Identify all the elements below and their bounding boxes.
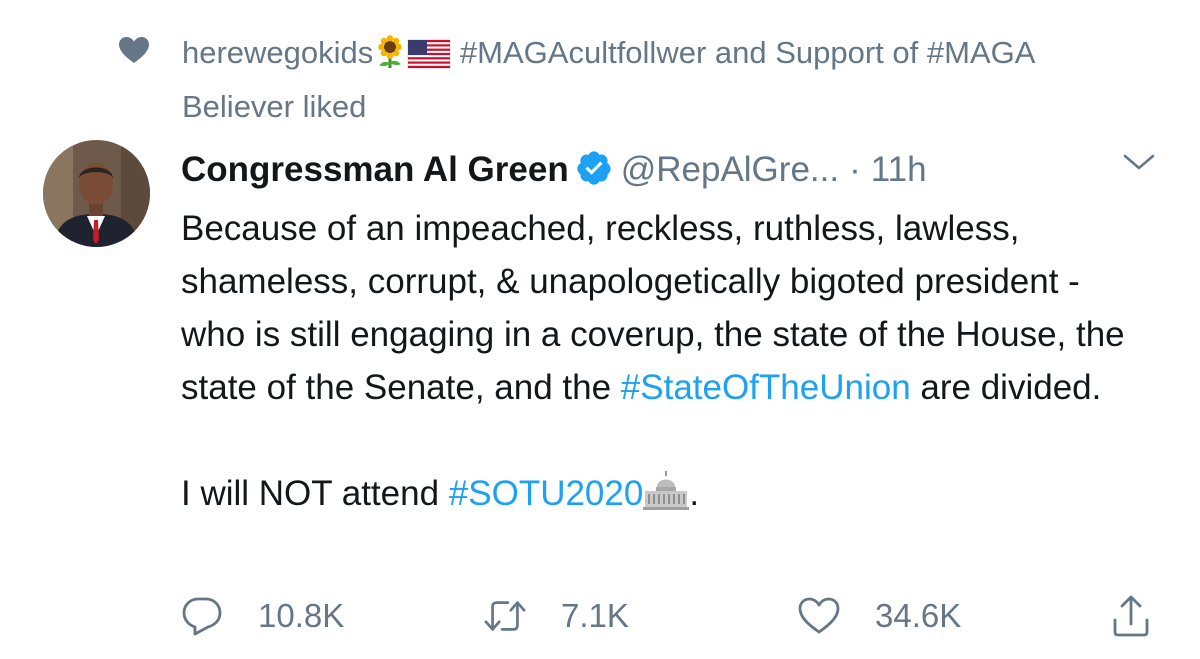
capitol-building-emoji [643,471,690,510]
tweet-body: Because of an impeached, reckless, ruthl… [181,202,1141,520]
reply-button[interactable]: 10.8K [180,588,344,644]
tweet-header: Congressman Al Green @RepAlGre... · 11h [181,146,1081,194]
separator-dot: · [849,150,861,189]
avatar-image [43,140,150,247]
reply-icon [180,594,224,638]
author-handle[interactable]: @RepAlGre... [621,150,839,189]
action-bar: 10.8K 7.1K 34.6K [180,588,1160,644]
tweet-text: I will NOT attend [181,474,449,513]
avatar[interactable] [43,140,150,247]
hashtag-link[interactable]: #SOTU2020 [449,474,644,513]
hashtag-link[interactable]: #StateOfTheUnion [621,368,911,407]
retweet-count: 7.1K [561,597,629,634]
tweet-text: are divided. [910,368,1102,407]
author-name[interactable]: Congressman Al Green [181,150,569,189]
like-button[interactable]: 34.6K [797,588,961,644]
sunflower-emoji [378,35,403,68]
us-flag-emoji [407,39,451,69]
share-button[interactable] [1109,588,1153,644]
verified-badge-icon [577,151,611,185]
share-icon [1109,594,1153,638]
chevron-down-icon[interactable] [1121,150,1157,174]
tweet-text: . [689,474,700,513]
timestamp[interactable]: 11h [871,150,927,189]
tweet-paragraph: Because of an impeached, reckless, ruthl… [181,202,1141,414]
retweet-button[interactable]: 7.1K [483,588,629,644]
heart-icon [119,37,149,63]
reply-count: 10.8K [258,597,345,634]
like-count: 34.6K [875,597,962,634]
retweet-icon [483,594,527,638]
social-context-text[interactable]: herewegokids #MAGAcultfollwer and Suppor… [182,26,1102,134]
tweet-paragraph: I will NOT attend #SOTU2020 . [181,467,1141,520]
heart-outline-icon [797,594,841,638]
liker-name[interactable]: herewegokids [182,35,373,70]
